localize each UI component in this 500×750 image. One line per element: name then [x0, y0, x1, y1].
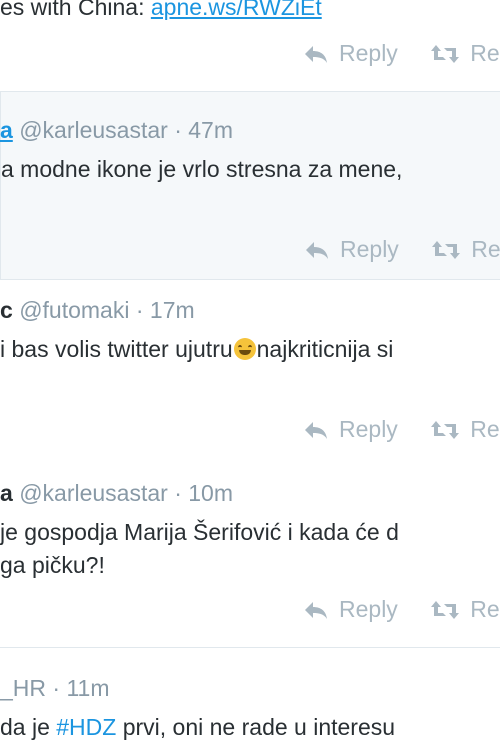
tweet-text: es with China: apne.ws/RWZiEt [0, 0, 322, 24]
tweet-0[interactable]: es with China: apne.ws/RWZiEt Reply Re [0, 0, 500, 92]
tweet-text-line-1: je gospodja Marija Šerifović i kada će d [0, 519, 399, 545]
separator: · [52, 675, 61, 701]
timestamp[interactable]: 17m [150, 297, 195, 323]
tweet-text-content: i bas volis twitter ujutru [0, 336, 233, 362]
user-handle[interactable]: @karleusastar [19, 117, 168, 143]
reply-icon [305, 421, 327, 439]
reply-label: Reply [339, 596, 398, 622]
tweet-actions: Reply Re [304, 236, 500, 266]
tweet-header: c @futomaki · 17m [0, 297, 195, 324]
tweet-text-content: da je [0, 714, 57, 740]
retweet-icon [432, 240, 461, 259]
reply-button[interactable]: Reply [303, 596, 398, 623]
tweet-text: i bas volis twitter ujutru najkriticnija … [0, 332, 393, 366]
reply-label: Reply [339, 40, 398, 66]
separator: · [174, 480, 182, 506]
retweet-icon [431, 600, 460, 619]
tweet-actions: Reply Re [303, 40, 500, 70]
timestamp[interactable]: 47m [188, 117, 233, 143]
user-name[interactable]: a [0, 480, 13, 506]
tweet-header: a @karleusastar · 47m [0, 117, 233, 144]
tweet-actions: Reply Re [303, 596, 500, 626]
reply-label: Reply [340, 236, 399, 262]
tweet-header: a @karleusastar · 10m [0, 480, 233, 507]
separator: · [135, 297, 144, 323]
reply-icon [305, 45, 327, 63]
user-name[interactable]: c [0, 297, 13, 323]
tweet-2[interactable]: c @futomaki · 17m i bas volis twitter uj… [0, 280, 500, 460]
retweet-button[interactable]: Re [430, 416, 500, 443]
retweet-button[interactable]: Re [430, 40, 500, 67]
tweet-3[interactable]: a @karleusastar · 10m je gospodja Marija… [0, 460, 500, 648]
timestamp[interactable]: 10m [188, 480, 233, 506]
retweet-icon [431, 420, 460, 439]
user-handle[interactable]: @futomaki [19, 297, 129, 323]
tweet-4[interactable]: _HR · 11m da je #HDZ prvi, oni ne rade u… [0, 648, 500, 750]
user-handle[interactable]: @karleusastar [19, 480, 168, 506]
tweet-text-content: es with China: [0, 0, 151, 20]
reply-button[interactable]: Reply [303, 416, 398, 443]
reply-label: Reply [339, 416, 398, 442]
reply-button[interactable]: Reply [304, 236, 399, 263]
tweet-1[interactable]: a @karleusastar · 47m a modne ikone je v… [0, 92, 500, 280]
separator: · [174, 117, 182, 143]
user-handle[interactable]: _HR [0, 675, 46, 701]
retweet-button[interactable]: Re [430, 596, 500, 623]
grinning-face-emoji-icon [233, 338, 256, 360]
retweet-button[interactable]: Re [431, 236, 500, 263]
reply-icon [306, 241, 328, 259]
retweet-label: Re [471, 236, 500, 262]
retweet-icon [431, 44, 460, 63]
tweet-actions: Reply Re [303, 416, 500, 446]
retweet-label: Re [470, 40, 500, 66]
tweet-text: a modne ikone je vrlo stresna za mene, [1, 156, 403, 182]
retweet-label: Re [470, 596, 500, 622]
user-name[interactable]: a [0, 117, 13, 143]
timestamp[interactable]: 11m [66, 675, 109, 701]
tweet-text-content: najkriticnija si [256, 336, 394, 362]
tweet-text-content: prvi, oni ne rade u interesu [116, 714, 396, 740]
reply-icon [305, 601, 327, 619]
retweet-label: Re [470, 416, 500, 442]
tweet-text-line-2: ga pičku?! [0, 552, 105, 578]
reply-button[interactable]: Reply [303, 40, 398, 67]
tweet-header: _HR · 11m [0, 675, 110, 702]
tweet-text: da je #HDZ prvi, oni ne rade u interesu [0, 710, 395, 744]
tweet-link[interactable]: apne.ws/RWZiEt [151, 0, 322, 20]
hashtag-link[interactable]: #HDZ [56, 714, 116, 740]
